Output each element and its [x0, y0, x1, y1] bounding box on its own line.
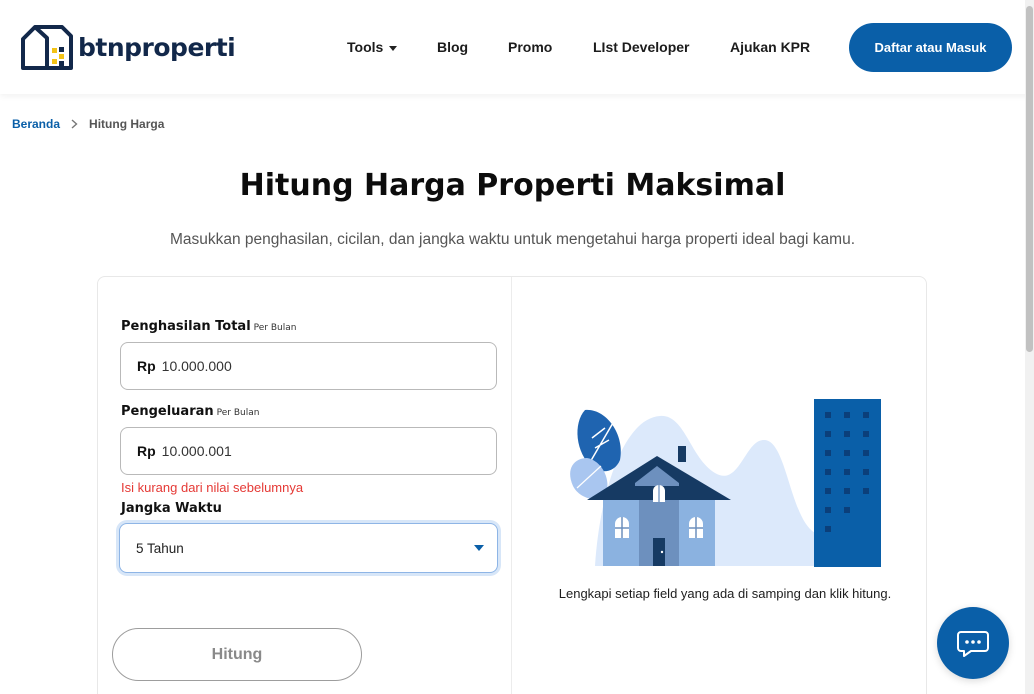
breadcrumb: Beranda Hitung Harga [12, 117, 164, 131]
chat-bubble-icon [957, 631, 989, 657]
income-currency: Rp [137, 358, 156, 374]
caret-down-icon [474, 545, 484, 551]
term-select[interactable]: 5 Tahun [119, 523, 498, 573]
expense-value: 10.000.001 [161, 443, 232, 459]
breadcrumb-home[interactable]: Beranda [12, 117, 60, 131]
house-illustration [570, 399, 881, 567]
nav-tools[interactable]: Tools [347, 39, 398, 55]
page-scrollbar[interactable] [1025, 0, 1034, 694]
page-subtitle: Masukkan penghasilan, cicilan, dan jangk… [169, 231, 855, 248]
expense-currency: Rp [137, 443, 156, 459]
nav-tools-label: Tools [347, 39, 384, 55]
page-title: Hitung Harga Properti Maksimal [239, 168, 786, 203]
income-label-text: Penghasilan Total [121, 319, 251, 334]
income-label: Penghasilan Total Per Bulan [121, 319, 296, 334]
result-hint: Lengkapi setiap field yang ada di sampin… [558, 586, 892, 601]
income-value: 10.000.000 [161, 358, 232, 374]
expense-period: Per Bulan [216, 408, 260, 418]
brand-logo[interactable]: btnproperti [20, 24, 236, 70]
breadcrumb-current: Hitung Harga [89, 117, 165, 131]
caret-down-icon [389, 45, 398, 51]
term-label: Jangka Waktu [121, 501, 222, 516]
brand-name: btnproperti [78, 32, 236, 62]
chat-button[interactable] [937, 607, 1009, 679]
nav-promo[interactable]: Promo [508, 39, 552, 55]
chevron-right-icon [71, 119, 78, 129]
house-logo-icon [21, 25, 73, 70]
income-input[interactable]: Rp 10.000.000 [120, 342, 497, 390]
card-divider [511, 277, 512, 694]
login-button[interactable]: Daftar atau Masuk [849, 23, 1012, 72]
income-period: Per Bulan [253, 323, 297, 333]
expense-input[interactable]: Rp 10.000.001 [120, 427, 497, 475]
calculate-button[interactable]: Hitung [112, 628, 362, 681]
term-selected-value: 5 Tahun [136, 540, 184, 556]
nav-ajukan-kpr[interactable]: Ajukan KPR [730, 39, 810, 55]
expense-label-text: Pengeluaran [121, 404, 214, 419]
expense-label: Pengeluaran Per Bulan [121, 404, 259, 419]
nav-list-developer[interactable]: LIst Developer [593, 39, 689, 55]
expense-error: Isi kurang dari nilai sebelumnya [121, 480, 304, 495]
site-header: btnproperti Tools Blog Promo LIst Develo… [0, 0, 1034, 94]
nav-blog[interactable]: Blog [437, 39, 468, 55]
scrollbar-thumb[interactable] [1026, 6, 1033, 352]
